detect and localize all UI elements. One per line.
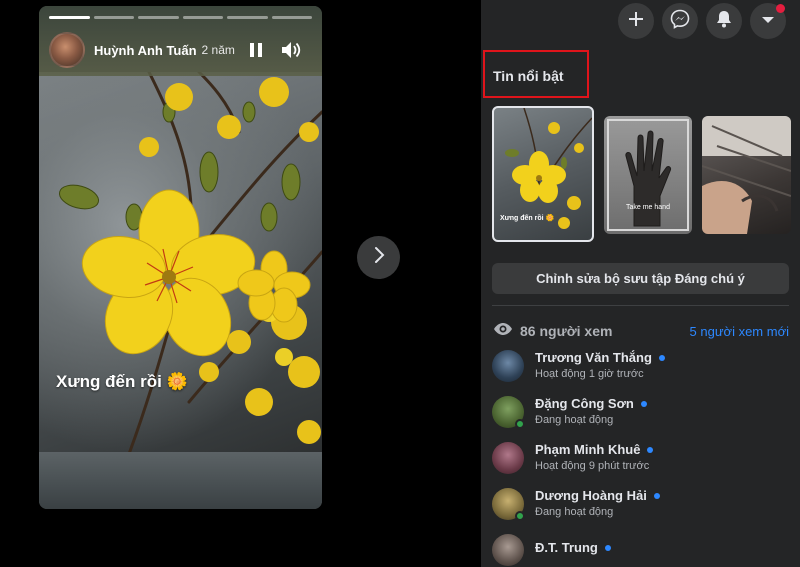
messenger-icon — [670, 9, 690, 34]
story-photo — [39, 72, 322, 454]
viewer-status: Đang hoạt động — [535, 414, 614, 426]
create-button[interactable] — [618, 3, 654, 39]
chevron-right-icon — [372, 246, 386, 269]
online-indicator — [515, 511, 525, 521]
avatar[interactable] — [492, 396, 525, 429]
highlight-thumbnail[interactable]: Take me hand — [604, 116, 692, 234]
progress-segment — [227, 16, 268, 19]
avatar[interactable] — [492, 488, 525, 521]
new-viewers-link[interactable]: 5 người xem mới — [690, 324, 789, 339]
viewer-status: Hoạt động 1 giờ trước — [535, 368, 644, 380]
caret-down-icon — [761, 12, 775, 30]
viewer-row[interactable]: Trương Văn Thắng Hoạt động 1 giờ trước — [492, 350, 789, 396]
eye-icon — [493, 322, 513, 341]
thumbnail-caption: Xưng đến rồi 🌼 — [500, 215, 555, 222]
new-viewer-dot — [640, 400, 647, 407]
story-caption: Xưng đến rồi 🌼 — [56, 372, 188, 391]
highlight-thumbnails: Xưng đến rồi 🌼 Take me hand — [492, 106, 791, 242]
avatar[interactable] — [492, 442, 524, 474]
thumbnail-caption: Take me hand — [626, 204, 670, 211]
viewers-summary: 86 người xem 5 người xem mới — [493, 322, 789, 340]
new-viewer-dot — [647, 446, 654, 453]
online-indicator — [515, 419, 525, 429]
progress-segment — [93, 16, 134, 19]
story-header: Huỳnh Anh Tuấn 2 năm — [49, 32, 312, 68]
progress-fill — [49, 16, 90, 19]
progress-segment — [271, 16, 312, 19]
top-icon-bar — [618, 3, 786, 39]
account-menu-button[interactable] — [750, 3, 786, 39]
viewer-list: Trương Văn Thắng Hoạt động 1 giờ trước Đ… — [492, 350, 789, 567]
story-timestamp: 2 năm — [201, 43, 235, 57]
new-viewer-dot — [604, 544, 611, 551]
viewer-row[interactable]: Đặng Công Sơn Đang hoạt động — [492, 396, 789, 442]
viewer-row[interactable]: Đ.T. Trung — [492, 534, 789, 567]
viewer-name[interactable]: Đ.T. Trung — [535, 540, 598, 555]
story-details-panel: Tin nổi bật Xưng đến rồi 🌼 Take me hand — [481, 0, 800, 567]
volume-icon[interactable] — [280, 38, 304, 62]
progress-segment — [182, 16, 223, 19]
highlight-thumbnail[interactable]: Xưng đến rồi 🌼 — [492, 106, 594, 242]
viewer-name[interactable]: Dương Hoàng Hải — [535, 488, 647, 503]
avatar[interactable] — [492, 534, 524, 566]
story-viewer[interactable]: Huỳnh Anh Tuấn 2 năm Xưng đến rồi 🌼 — [39, 6, 322, 509]
story-blur-area — [39, 452, 322, 509]
viewer-name[interactable]: Đặng Công Sơn — [535, 396, 634, 411]
progress-segment — [138, 16, 179, 19]
highlight-thumbnail[interactable] — [702, 116, 791, 234]
new-viewer-dot — [658, 354, 665, 361]
story-author-name[interactable]: Huỳnh Anh Tuấn — [94, 43, 197, 58]
notifications-button[interactable] — [706, 3, 742, 39]
viewer-status: Hoạt động 9 phút trước — [535, 460, 650, 472]
highlights-title: Tin nổi bật — [493, 68, 564, 84]
next-story-button[interactable] — [357, 236, 400, 279]
divider — [492, 305, 789, 306]
avatar[interactable] — [492, 350, 524, 382]
messenger-button[interactable] — [662, 3, 698, 39]
viewer-name[interactable]: Trương Văn Thắng — [535, 350, 652, 365]
edit-highlights-button[interactable]: Chỉnh sửa bộ sưu tập Đáng chú ý — [492, 263, 789, 294]
bell-icon — [715, 9, 733, 34]
viewer-row[interactable]: Phạm Minh Khuê Hoạt động 9 phút trước — [492, 442, 789, 488]
story-progress-bar — [49, 16, 312, 19]
plus-icon — [628, 11, 644, 32]
author-avatar[interactable] — [49, 32, 85, 68]
viewers-count: 86 người xem — [520, 323, 613, 339]
viewer-name[interactable]: Phạm Minh Khuê — [535, 442, 640, 457]
notification-dot — [776, 4, 785, 13]
pause-icon[interactable] — [244, 38, 268, 62]
viewer-status: Đang hoạt động — [535, 506, 614, 518]
new-viewer-dot — [653, 492, 660, 499]
progress-segment — [49, 16, 90, 19]
viewer-row[interactable]: Dương Hoàng Hải Đang hoạt động — [492, 488, 789, 534]
